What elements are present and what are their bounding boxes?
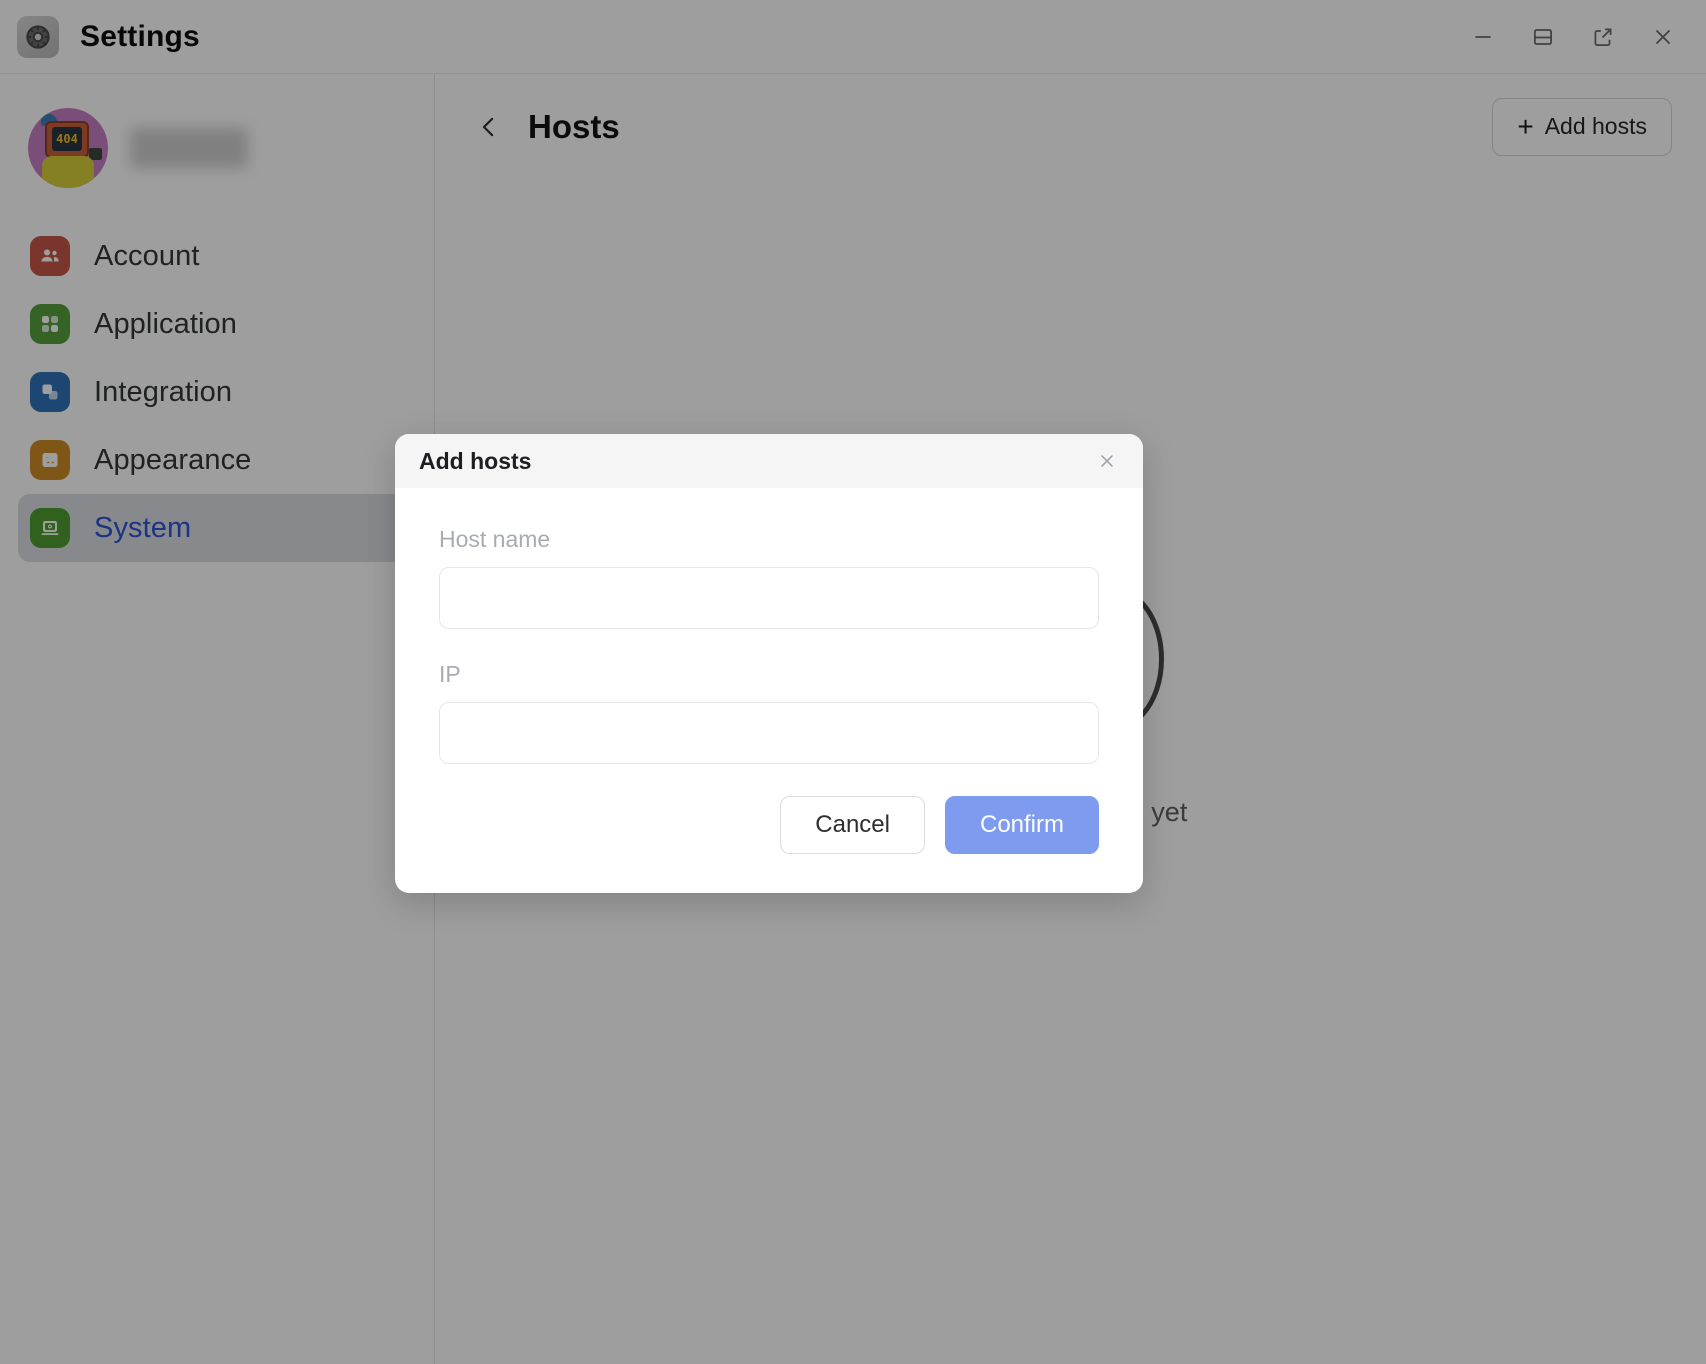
settings-window: Settings 404 Account Application Integra… xyxy=(0,0,1706,1364)
ip-label: IP xyxy=(439,661,461,687)
confirm-button[interactable]: Confirm xyxy=(944,796,1099,854)
dialog-header: Add hosts xyxy=(395,434,1143,488)
cancel-button[interactable]: Cancel xyxy=(780,796,925,854)
close-icon[interactable] xyxy=(1091,445,1123,477)
ip-input[interactable] xyxy=(439,702,1099,764)
host-name-input[interactable] xyxy=(439,567,1099,629)
dialog-title: Add hosts xyxy=(419,447,532,474)
field-spacer xyxy=(439,629,1099,661)
add-hosts-dialog: Add hosts Host name IP Cancel Confirm xyxy=(395,434,1143,893)
dialog-footer: Cancel Confirm xyxy=(395,764,1143,854)
host-name-field-group: Host name xyxy=(439,526,1099,629)
ip-field-group: IP xyxy=(439,661,1099,764)
host-name-label: Host name xyxy=(439,526,551,552)
dialog-body: Host name IP xyxy=(395,488,1143,764)
